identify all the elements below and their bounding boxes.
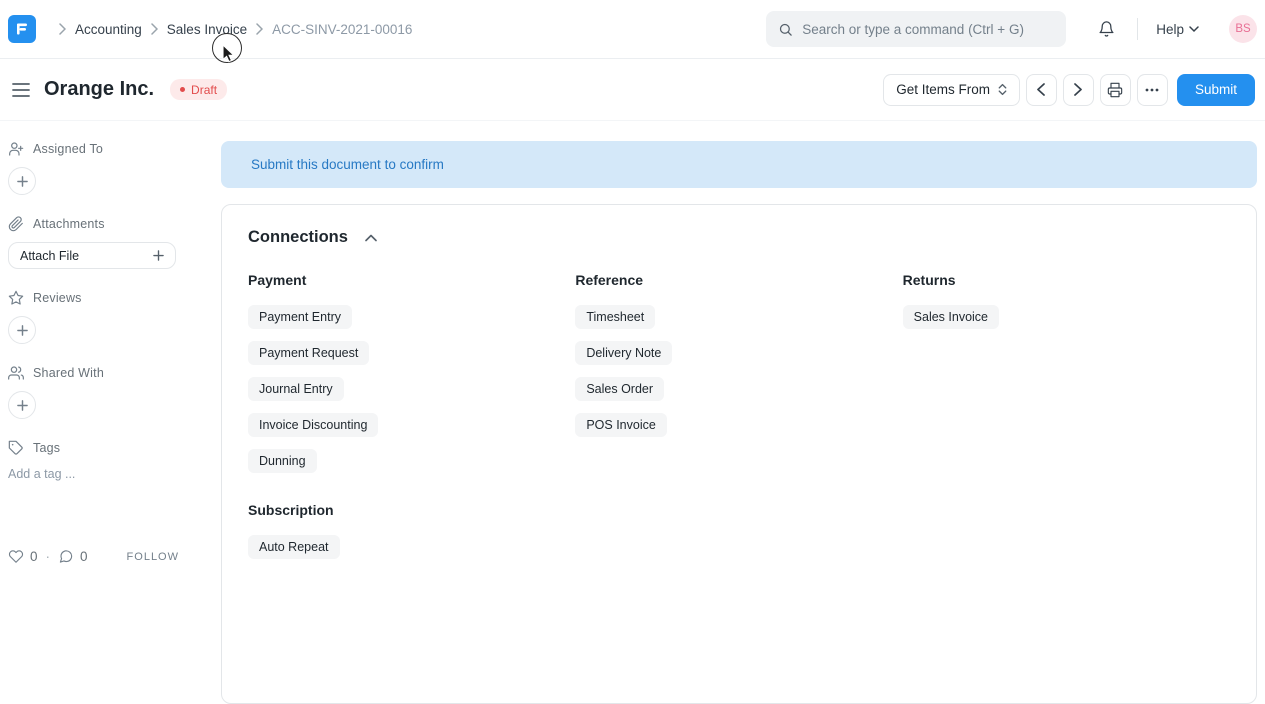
select-caret-icon: [998, 83, 1007, 96]
plus-icon: [17, 325, 28, 336]
add-share-button[interactable]: [8, 391, 36, 419]
assign-user-icon: [8, 141, 24, 157]
group-heading: Reference: [575, 272, 902, 288]
assigned-to-section: Assigned To: [8, 141, 209, 195]
connection-link-journal-entry[interactable]: Journal Entry: [248, 377, 344, 401]
submit-alert-banner: Submit this document to confirm: [221, 141, 1257, 188]
reviews-label: Reviews: [33, 291, 82, 305]
attachments-section: Attachments Attach File: [8, 216, 209, 269]
status-dot-icon: [180, 87, 185, 92]
connection-link-auto-repeat[interactable]: Auto Repeat: [248, 535, 340, 559]
status-badge: Draft: [170, 79, 227, 100]
attachments-label: Attachments: [33, 217, 105, 231]
help-label: Help: [1156, 22, 1184, 37]
tags-label: Tags: [33, 441, 60, 455]
add-assignment-button[interactable]: [8, 167, 36, 195]
global-search[interactable]: [766, 11, 1066, 47]
breadcrumb-separator-icon: [151, 23, 158, 35]
breadcrumb-separator-icon: [256, 23, 263, 35]
connection-link-dunning[interactable]: Dunning: [248, 449, 317, 473]
returns-group: Returns Sales Invoice: [903, 272, 1230, 485]
connection-link-pos-invoice[interactable]: POS Invoice: [575, 413, 666, 437]
assigned-to-label: Assigned To: [33, 142, 103, 156]
connection-link-payment-entry[interactable]: Payment Entry: [248, 305, 352, 329]
search-input[interactable]: [802, 22, 1054, 37]
add-tag-input[interactable]: Add a tag ...: [8, 467, 209, 481]
users-icon: [8, 365, 24, 381]
star-icon: [8, 290, 24, 306]
sidebar-footer: 0 · 0 FOLLOW: [8, 549, 207, 564]
form-body: Submit this document to confirm Connecti…: [221, 121, 1265, 573]
breadcrumb-sales-invoice[interactable]: Sales Invoice: [167, 22, 247, 37]
form-sidebar: Assigned To Attachments Attach File Revi…: [0, 121, 221, 573]
breadcrumb-separator-icon: [59, 23, 66, 35]
submit-alert-link[interactable]: Submit this document to confirm: [251, 157, 444, 172]
reference-group: Reference Timesheet Delivery Note Sales …: [575, 272, 902, 485]
follow-button[interactable]: FOLLOW: [127, 551, 179, 563]
notifications-bell-icon[interactable]: [1098, 20, 1115, 38]
connection-link-sales-invoice[interactable]: Sales Invoice: [903, 305, 999, 329]
connection-link-timesheet[interactable]: Timesheet: [575, 305, 655, 329]
comment-icon[interactable]: [58, 549, 74, 564]
comments-count: 0: [80, 549, 88, 564]
connection-link-delivery-note[interactable]: Delivery Note: [575, 341, 672, 365]
chevron-left-icon: [1037, 83, 1045, 96]
chevron-up-icon: [365, 234, 377, 242]
sidebar-toggle-menu-icon[interactable]: [10, 79, 32, 101]
help-menu[interactable]: Help: [1156, 22, 1199, 37]
breadcrumb-accounting[interactable]: Accounting: [75, 22, 142, 37]
shared-with-section: Shared With: [8, 365, 209, 419]
plus-icon: [17, 400, 28, 411]
add-review-button[interactable]: [8, 316, 36, 344]
connections-card: Connections Payment Payment Entry Paymen…: [221, 204, 1257, 704]
navbar: Accounting Sales Invoice ACC-SINV-2021-0…: [0, 0, 1265, 59]
page-title: Orange Inc.: [44, 78, 154, 101]
tag-icon: [8, 440, 24, 456]
group-heading: Subscription: [248, 502, 1230, 518]
attach-file-button[interactable]: Attach File: [8, 242, 176, 269]
prev-document-button[interactable]: [1026, 74, 1057, 106]
plus-icon: [17, 176, 28, 187]
next-document-button[interactable]: [1063, 74, 1094, 106]
printer-icon: [1107, 82, 1123, 98]
breadcrumb-current-doc: ACC-SINV-2021-00016: [272, 22, 412, 37]
plus-icon: [153, 250, 164, 261]
shared-with-label: Shared With: [33, 366, 104, 380]
user-avatar[interactable]: BS: [1229, 15, 1257, 43]
dot-separator: ·: [46, 549, 51, 564]
navbar-divider: [1137, 18, 1138, 40]
reviews-section: Reviews: [8, 290, 209, 344]
tags-section: Tags Add a tag ...: [8, 440, 209, 481]
paperclip-icon: [8, 216, 24, 232]
more-actions-button[interactable]: [1137, 74, 1168, 106]
connection-link-invoice-discounting[interactable]: Invoice Discounting: [248, 413, 378, 437]
connections-title: Connections: [248, 228, 348, 247]
print-button[interactable]: [1100, 74, 1131, 106]
search-icon: [778, 22, 793, 37]
ellipsis-icon: [1145, 88, 1159, 92]
erpnext-logo-icon[interactable]: [8, 15, 36, 43]
submit-button[interactable]: Submit: [1177, 74, 1255, 106]
subscription-group: Subscription Auto Repeat: [248, 502, 1230, 559]
group-heading: Returns: [903, 272, 1230, 288]
payment-group: Payment Payment Entry Payment Request Jo…: [248, 272, 575, 485]
connection-link-sales-order[interactable]: Sales Order: [575, 377, 664, 401]
collapse-section-button[interactable]: [363, 232, 379, 244]
page-head: Orange Inc. Draft Get Items From Submit: [0, 59, 1265, 121]
connection-link-payment-request[interactable]: Payment Request: [248, 341, 369, 365]
group-heading: Payment: [248, 272, 575, 288]
like-heart-icon[interactable]: [8, 549, 24, 564]
chevron-down-icon: [1189, 26, 1199, 33]
get-items-from-button[interactable]: Get Items From: [883, 74, 1020, 106]
likes-count: 0: [30, 549, 38, 564]
chevron-right-icon: [1074, 83, 1082, 96]
